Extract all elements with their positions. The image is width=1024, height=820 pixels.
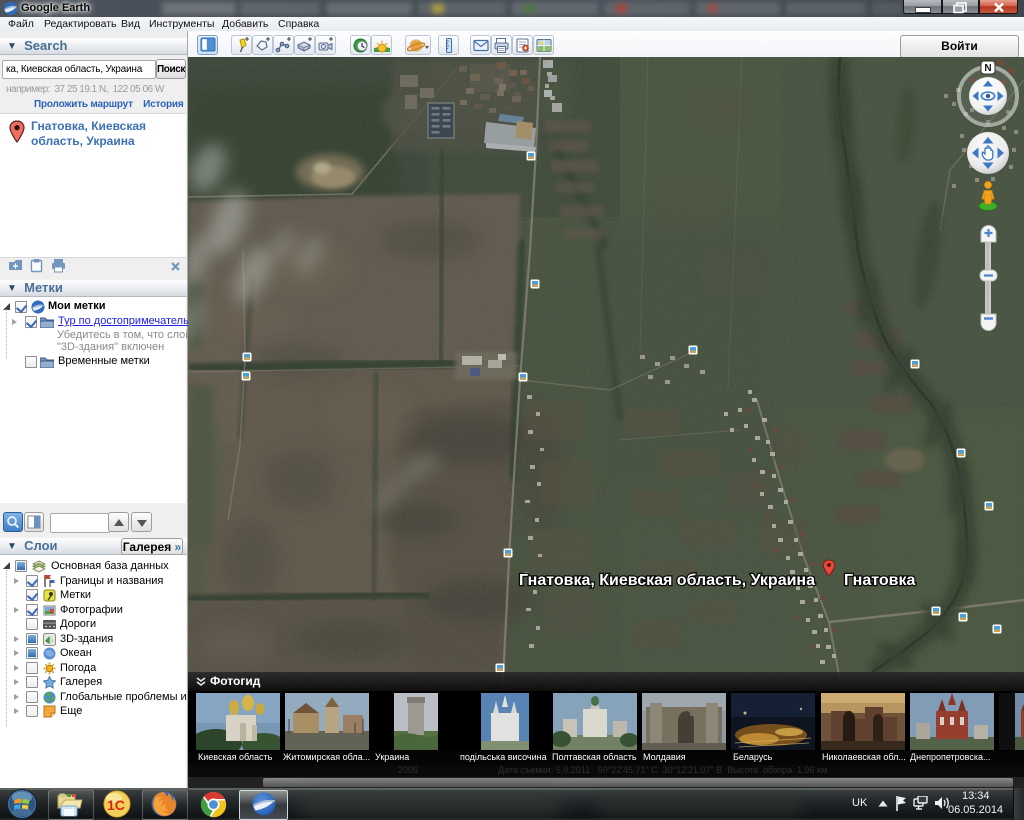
svg-text:Гнатовка: Гнатовка bbox=[844, 572, 915, 589]
svg-text:N: N bbox=[984, 63, 991, 74]
svg-text:1С: 1С bbox=[107, 797, 125, 813]
svg-text:Гнатовка, Киевская область, Ук: Гнатовка, Киевская область, Украина bbox=[519, 572, 815, 589]
